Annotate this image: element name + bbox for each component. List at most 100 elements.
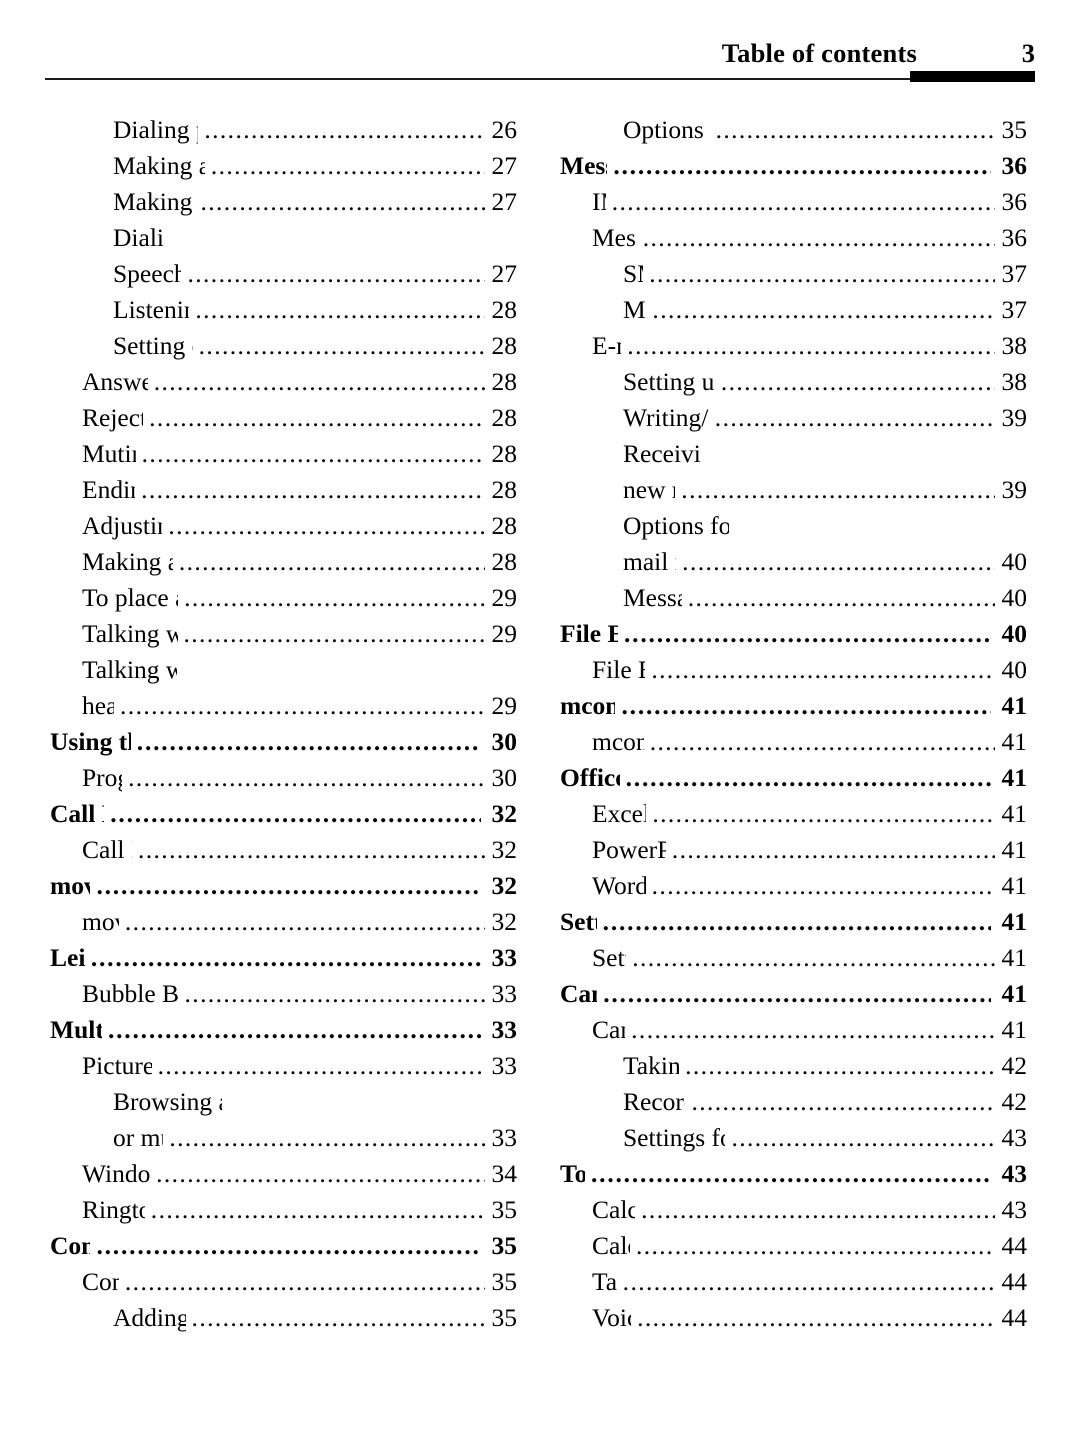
toc-entry[interactable]: Rejecting a call........................… <box>37 400 517 436</box>
toc-entry[interactable]: Messaging...............................… <box>547 220 1027 256</box>
toc-entry[interactable]: Calendar................................… <box>547 1228 1027 1264</box>
toc-leader-dots: ........................................… <box>687 583 995 612</box>
toc-entry[interactable]: Browsing and opening image, video.......… <box>37 1084 517 1120</box>
toc-entry[interactable]: Office Mobile...........................… <box>547 760 1027 796</box>
toc-entry-page-number: 41 <box>1001 943 1028 972</box>
toc-entry[interactable]: Taking pictures.........................… <box>547 1048 1027 1084</box>
toc-entry[interactable]: Recording videos........................… <box>547 1084 1027 1120</box>
toc-entry[interactable]: Making a conference call................… <box>37 544 517 580</box>
toc-entry[interactable]: Settings................................… <box>547 904 1027 940</box>
toc-entry[interactable]: Setting connection alert................… <box>37 328 517 364</box>
toc-entry[interactable]: Listening to voicemail..................… <box>37 292 517 328</box>
toc-entry[interactable]: Making a call from Contacts.............… <box>37 148 517 184</box>
toc-entry[interactable]: Tools...................................… <box>547 1156 1027 1192</box>
toc-entry[interactable]: Dialing using...........................… <box>37 220 517 256</box>
toc-entry[interactable]: Adding new contacts.....................… <box>37 1300 517 1336</box>
toc-entry[interactable]: Messaging...............................… <box>547 148 1027 184</box>
toc-leader-dots: ........................................… <box>124 907 485 936</box>
toc-leader-dots: ........................................… <box>625 763 991 792</box>
toc-entry[interactable]: Muting a call...........................… <box>37 436 517 472</box>
page-title: Table of contents <box>721 38 917 68</box>
toc-entry[interactable]: Contacts................................… <box>37 1228 517 1264</box>
toc-leader-dots: ........................................… <box>602 907 991 936</box>
toc-entry[interactable]: movistar................................… <box>37 868 517 904</box>
toc-entry[interactable]: mcontenidos.............................… <box>547 688 1027 724</box>
toc-entry-label: Calculator <box>592 1195 636 1224</box>
toc-entry[interactable]: Settings................................… <box>547 940 1027 976</box>
toc-entry-page-number: 35 <box>1001 115 1028 144</box>
toc-entry[interactable]: Message folders.........................… <box>547 580 1027 616</box>
toc-entry[interactable]: Calculator..............................… <box>547 1192 1027 1228</box>
toc-entry[interactable]: SMS.....................................… <box>547 256 1027 292</box>
toc-entry[interactable]: Dialing previous numbers................… <box>37 112 517 148</box>
toc-entry-label: Making a conference call <box>82 547 173 576</box>
toc-entry-label: Tasks <box>592 1267 617 1296</box>
toc-entry-label: Messaging <box>560 151 607 180</box>
toc-entry-page-number: 32 <box>491 871 518 900</box>
toc-entry[interactable]: Camera..................................… <box>547 976 1027 1012</box>
toc-entry[interactable]: headset.................................… <box>37 688 517 724</box>
toc-entry-page-number: 38 <box>1001 331 1028 360</box>
toc-entry-page-number: 29 <box>491 583 518 612</box>
toc-entry-page-number: 28 <box>491 511 518 540</box>
toc-columns: Dialing previous numbers................… <box>0 112 1080 1336</box>
toc-entry[interactable]: or music files..........................… <box>37 1120 517 1156</box>
toc-entry[interactable]: Speech commander........................… <box>37 256 517 292</box>
toc-entry[interactable]: Call History............................… <box>37 796 517 832</box>
toc-entry[interactable]: Leisure.................................… <box>37 940 517 976</box>
toc-entry[interactable]: Call History............................… <box>37 832 517 868</box>
toc-entry[interactable]: mcontenidos.............................… <box>547 724 1027 760</box>
toc-entry-label: PowerPoint Mobile <box>592 835 666 864</box>
toc-entry[interactable]: Talking with the handsfree..............… <box>37 652 517 688</box>
toc-entry-page-number: 41 <box>1001 907 1028 936</box>
toc-entry[interactable]: Setting up an e-mail account............… <box>547 364 1027 400</box>
toc-entry-page-number: 41 <box>1001 727 1028 756</box>
toc-entry[interactable]: Options menu for contacts...............… <box>547 112 1027 148</box>
toc-entry[interactable]: Tasks...................................… <box>547 1264 1027 1300</box>
toc-entry[interactable]: Multimedia..............................… <box>37 1012 517 1048</box>
toc-leader-dots: ........................................… <box>198 331 485 360</box>
toc-entry-label: Windows Media® <box>82 1159 151 1188</box>
toc-leader-dots: ........................................… <box>141 475 485 504</box>
toc-entry-page-number: 32 <box>491 907 518 936</box>
toc-entry[interactable]: new messages............................… <box>547 472 1027 508</box>
toc-entry[interactable]: Receiving and viewing...................… <box>547 436 1027 472</box>
toc-entry-label: mcontenidos <box>592 727 644 756</box>
toc-entry[interactable]: PowerPoint Mobile.......................… <box>547 832 1027 868</box>
toc-entry[interactable]: Adjusting the volume....................… <box>37 508 517 544</box>
toc-entry[interactable]: Pictures & Videos.......................… <box>37 1048 517 1084</box>
toc-entry-label: Ending a call <box>82 475 135 504</box>
toc-entry[interactable]: mail messages...........................… <box>547 544 1027 580</box>
toc-entry-page-number: 28 <box>491 547 518 576</box>
toc-entry[interactable]: Writing/sending an e-mail...............… <box>547 400 1027 436</box>
toc-entry[interactable]: Ringtone Editor.........................… <box>37 1192 517 1228</box>
toc-entry[interactable]: E-mail..................................… <box>547 328 1027 364</box>
toc-entry[interactable]: File Explorer...........................… <box>547 616 1027 652</box>
toc-entry[interactable]: movistar................................… <box>37 904 517 940</box>
toc-entry-page-number: 29 <box>491 619 518 648</box>
toc-entry[interactable]: IM......................................… <box>547 184 1027 220</box>
toc-entry[interactable]: Contacts................................… <box>37 1264 517 1300</box>
toc-entry[interactable]: Using the programs......................… <box>37 724 517 760</box>
toc-entry[interactable]: Voice tag...............................… <box>547 1300 1027 1336</box>
toc-entry[interactable]: Ending a call...........................… <box>37 472 517 508</box>
toc-leader-dots: ........................................… <box>96 871 481 900</box>
toc-entry[interactable]: To place an emergency call..............… <box>37 580 517 616</box>
toc-entry-label: Message folders <box>623 583 682 612</box>
toc-entry[interactable]: Options for viewing SMS/MMS/e-..........… <box>547 508 1027 544</box>
toc-entry[interactable]: Talking with speakerphone...............… <box>37 616 517 652</box>
toc-leader-dots: ........................................… <box>611 187 995 216</box>
toc-entry[interactable]: Word Mobile.............................… <box>547 868 1027 904</box>
toc-entry[interactable]: Bubble Breaker & Solitaire..............… <box>37 976 517 1012</box>
toc-entry[interactable]: Answering a call........................… <box>37 364 517 400</box>
toc-entry-page-number: 38 <box>1001 367 1028 396</box>
toc-entry[interactable]: MMS.....................................… <box>547 292 1027 328</box>
toc-entry[interactable]: Making a speed dial call................… <box>37 184 517 220</box>
toc-entry[interactable]: File Explorer...........................… <box>547 652 1027 688</box>
toc-entry[interactable]: Windows Media®..........................… <box>37 1156 517 1192</box>
toc-entry-page-number: 35 <box>491 1267 518 1296</box>
toc-entry[interactable]: Camera..................................… <box>547 1012 1027 1048</box>
toc-entry[interactable]: Programs................................… <box>37 760 517 796</box>
toc-entry[interactable]: Excel Mobile............................… <box>547 796 1027 832</box>
toc-entry[interactable]: Settings for the image/video files......… <box>547 1120 1027 1156</box>
